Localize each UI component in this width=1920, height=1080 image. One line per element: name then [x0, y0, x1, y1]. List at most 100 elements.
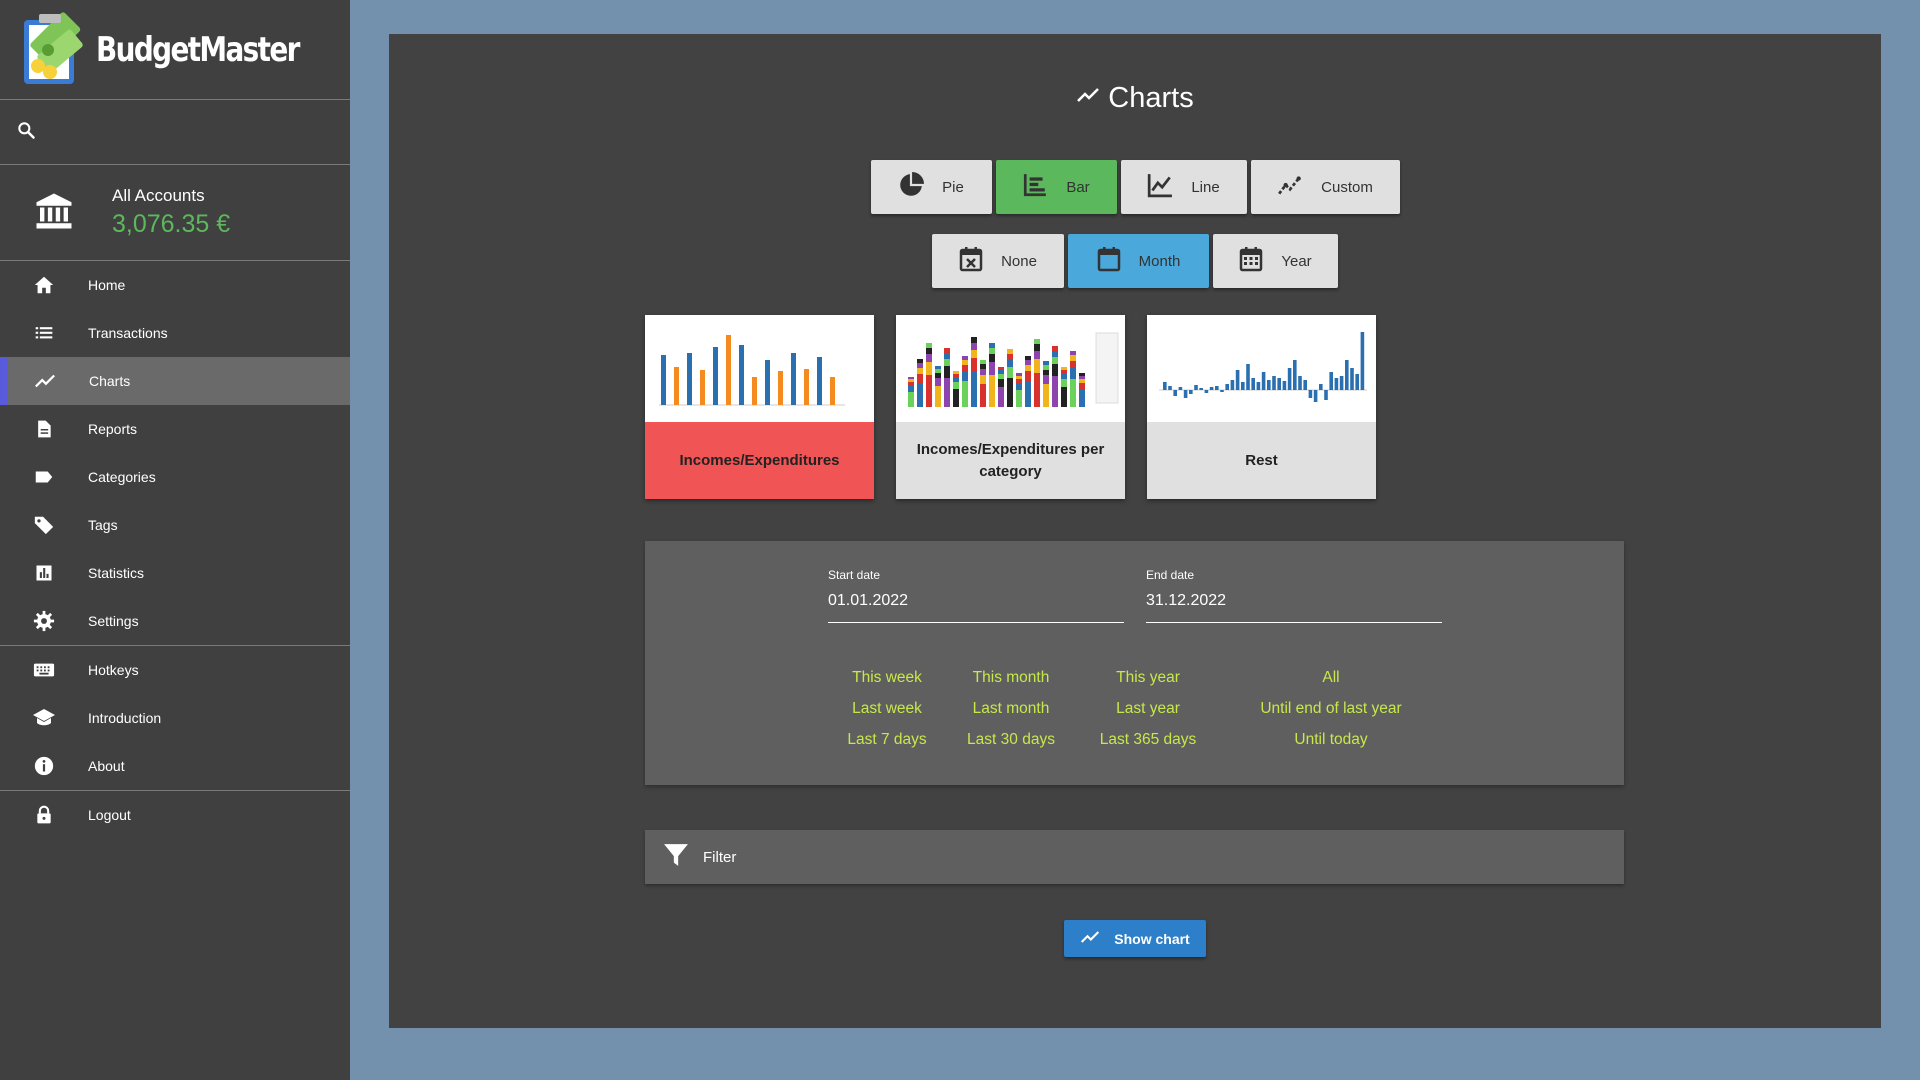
thumb-bar-segment [962, 356, 968, 360]
thumb-bar-segment [1052, 346, 1058, 351]
sidebar-item-transactions[interactable]: Transactions [0, 309, 350, 357]
thumb-bar [1230, 380, 1235, 390]
thumb-bar-segment [935, 373, 941, 378]
thumb-bar-segment [962, 365, 968, 371]
thumb-bar-segment [1034, 344, 1040, 351]
grouping-none-button[interactable]: None [932, 234, 1064, 288]
thumb-bar [765, 360, 770, 405]
quick-range-link[interactable]: This month [967, 668, 1055, 699]
thumb-bar-segment [1070, 351, 1076, 355]
thumb-bar-segment [1061, 379, 1067, 387]
thumb-bar [1220, 390, 1224, 392]
start-date-field[interactable]: Start date 01.01.2022 [828, 568, 1124, 623]
thumb-bar-segment [917, 368, 923, 374]
sidebar-item-reports[interactable]: Reports [0, 405, 350, 453]
quick-range-link[interactable]: Last 30 days [967, 730, 1055, 761]
sidebar-item-label: Reports [88, 421, 138, 437]
sidebar-item-statistics[interactable]: Statistics [0, 549, 350, 597]
chart-type-pie-button[interactable]: Pie [870, 160, 992, 214]
thumb-bar-segment [953, 371, 959, 374]
start-date-input[interactable]: 01.01.2022 [828, 592, 1124, 623]
chart-card-incomes-expenditures[interactable]: Incomes/Expenditures [645, 315, 874, 499]
sidebar-item-tags[interactable]: Tags [0, 501, 350, 549]
end-date-field[interactable]: End date 31.12.2022 [1146, 568, 1442, 623]
page-title: Charts [389, 82, 1881, 115]
thumb-bar [1303, 380, 1307, 390]
thumb-bar-segment [908, 379, 914, 382]
quick-range-link[interactable]: This week [847, 668, 926, 699]
search-icon[interactable] [16, 120, 36, 144]
search-bar[interactable] [0, 100, 350, 165]
quick-range-link[interactable]: Last week [847, 699, 926, 730]
sidebar-item-introduction[interactable]: Introduction [0, 694, 350, 742]
thumb-bar [1277, 378, 1281, 390]
thumb-bar-segment [935, 366, 941, 369]
sidebar-item-settings[interactable]: Settings [0, 597, 350, 645]
thumb-bar [1360, 332, 1365, 390]
thumb-bar [1235, 370, 1240, 390]
chart-type-label: Line [1191, 178, 1220, 196]
sidebar-item-label: Hotkeys [88, 662, 139, 678]
grouping-label: Year [1281, 252, 1312, 270]
thumb-bar-segment [1007, 360, 1013, 367]
grouping-year-button[interactable]: Year [1213, 234, 1338, 288]
account-selector[interactable]: All Accounts 3,076.35 € [0, 165, 350, 261]
thumb-bar-segment [1079, 383, 1085, 390]
brand[interactable]: BudgetMaster [0, 0, 350, 100]
thumb-bar-segment [962, 360, 968, 365]
grouping-month-button[interactable]: Month [1068, 234, 1209, 288]
thumb-bar [687, 353, 692, 405]
thumb-bar [1267, 380, 1271, 390]
quick-range-link[interactable]: Last year [1100, 699, 1197, 730]
thumb-bar [1194, 385, 1198, 390]
bank-icon [33, 190, 75, 236]
quick-range-link[interactable]: All [1260, 668, 1401, 699]
thumb-bar-segment [989, 354, 995, 362]
thumb-bar [1355, 374, 1359, 390]
show-chart-button[interactable]: Show chart [1064, 920, 1206, 957]
thumb-bar-segment [944, 348, 950, 353]
quick-range-link[interactable]: This year [1100, 668, 1197, 699]
date-range-panel: Start date 01.01.2022 End date 31.12.202… [645, 541, 1624, 785]
sidebar-item-hotkeys[interactable]: Hotkeys [0, 646, 350, 694]
sidebar-item-charts[interactable]: Charts [0, 357, 350, 405]
start-date-label: Start date [828, 568, 881, 582]
thumb-bar-segment [971, 350, 977, 358]
thumb-bar-segment [971, 372, 977, 407]
thumb-bar [1163, 382, 1167, 390]
sidebar: BudgetMaster All Accounts 3,076.35 € Hom… [0, 0, 350, 1080]
chart-card-rest[interactable]: Rest [1147, 315, 1376, 499]
quick-range-link[interactable]: Last 365 days [1100, 730, 1197, 761]
quick-range-link[interactable]: Until today [1260, 730, 1401, 761]
sidebar-item-label: Settings [88, 613, 139, 629]
thumb-bar-segment [917, 383, 923, 407]
thumb-bar-segment [1034, 373, 1040, 407]
thumb-bar-segment [1043, 361, 1049, 365]
quick-range-link[interactable]: Until end of last year [1260, 699, 1401, 730]
sidebar-item-home[interactable]: Home [0, 261, 350, 309]
sidebar-item-logout[interactable]: Logout [0, 791, 350, 839]
account-name: All Accounts [112, 186, 205, 205]
end-date-input[interactable]: 31.12.2022 [1146, 592, 1442, 623]
sidebar-item-about[interactable]: About [0, 742, 350, 790]
thumb-bar-segment [1043, 384, 1049, 407]
sidebar-item-label: Logout [88, 807, 131, 823]
thumb-bar-segment [1007, 349, 1013, 354]
thumb-bar-segment [1070, 355, 1076, 361]
chart-card-incomes-expenditures-per-category[interactable]: Incomes/Expenditures per category [896, 315, 1125, 499]
chart-type-line-button[interactable]: Line [1120, 160, 1247, 214]
thumb-legend [1095, 332, 1119, 404]
thumb-bar-segment [917, 374, 923, 383]
thumb-bar-segment [1016, 383, 1022, 390]
chart-type-bar-button[interactable]: Bar [995, 160, 1117, 214]
quick-range-link[interactable]: Last month [967, 699, 1055, 730]
thumb-bar-segment [953, 389, 959, 407]
sidebar-item-categories[interactable]: Categories [0, 453, 350, 501]
grouping-label: None [1001, 252, 1037, 270]
sidebar-nav: Home Transactions Charts Reports Categor… [0, 261, 350, 839]
chart-type-custom-button[interactable]: Custom [1250, 160, 1400, 214]
quick-range-link[interactable]: Last 7 days [847, 730, 926, 761]
thumb-bar-segment [1025, 356, 1031, 360]
thumb-bar-segment [935, 386, 941, 407]
filter-toggle[interactable]: Filter [645, 830, 1624, 884]
